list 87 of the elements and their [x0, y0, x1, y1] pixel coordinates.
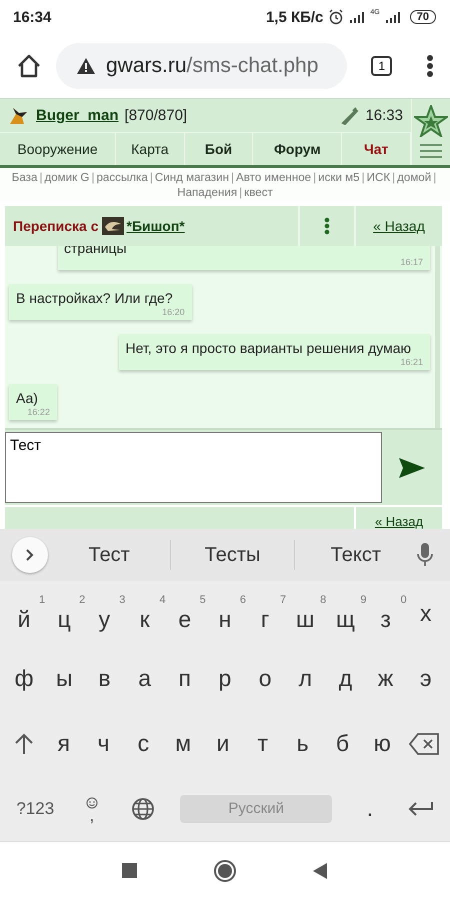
- key[interactable]: ю: [369, 730, 396, 757]
- send-icon[interactable]: [398, 456, 426, 478]
- enter-icon: [408, 800, 434, 816]
- smiley-icon: [86, 796, 98, 808]
- quick-link[interactable]: домой: [397, 171, 432, 184]
- menu-icon[interactable]: [420, 143, 442, 159]
- message-time: 16:17: [400, 257, 423, 267]
- home-icon[interactable]: [16, 53, 42, 79]
- backspace-icon: [409, 732, 440, 754]
- key[interactable]: м: [170, 730, 196, 757]
- signal-icon: [349, 11, 366, 23]
- recents-icon[interactable]: [122, 863, 138, 879]
- globe-icon: [130, 796, 155, 820]
- quick-link[interactable]: Нападения: [177, 186, 238, 199]
- link-separator: |: [313, 171, 316, 184]
- health-points: [870/870]: [124, 107, 188, 124]
- key[interactable]: я: [50, 730, 77, 757]
- backspace-key[interactable]: [409, 732, 440, 754]
- link-separator: |: [91, 171, 94, 184]
- more-icon[interactable]: [324, 217, 330, 235]
- link-separator: |: [392, 171, 396, 184]
- address-bar[interactable]: gwars.ru/sms-chat.php: [56, 43, 348, 89]
- game-time: 16:33: [365, 107, 403, 124]
- key[interactable]: и: [210, 730, 236, 757]
- quick-link[interactable]: иски м5: [318, 171, 360, 184]
- key[interactable]: т: [250, 730, 276, 757]
- enter-key[interactable]: [408, 800, 434, 816]
- message-text: В настройках? Или где?: [16, 290, 174, 306]
- key[interactable]: х: [412, 600, 439, 627]
- battery-level: 70: [410, 10, 436, 24]
- key[interactable]: р: [212, 665, 238, 692]
- quick-link[interactable]: Синд магазин: [154, 171, 230, 184]
- message-time: 16:22: [27, 407, 50, 417]
- key[interactable]: п: [172, 665, 198, 692]
- message-text: Нет, это я просто варианты решения думаю: [126, 340, 412, 356]
- message-time: 16:20: [162, 307, 185, 317]
- key[interactable]: ф: [11, 665, 38, 692]
- contact-link[interactable]: *Бишоп*: [126, 218, 185, 234]
- key[interactable]: д: [332, 665, 358, 692]
- word-suggestion[interactable]: Тест: [48, 544, 170, 566]
- chat-title: Переписка с: [13, 218, 99, 234]
- back-icon[interactable]: [312, 862, 328, 880]
- message-text: Аа): [16, 390, 39, 406]
- star-logo-icon[interactable]: [414, 105, 448, 137]
- key[interactable]: .: [356, 795, 383, 822]
- microphone-icon[interactable]: [416, 543, 433, 567]
- message-input[interactable]: Тест: [5, 432, 382, 503]
- key[interactable]: в: [91, 665, 118, 692]
- chevron-icon: [25, 548, 35, 562]
- key[interactable]: ь: [290, 730, 316, 757]
- signal-icon: [384, 11, 401, 23]
- key[interactable]: э: [412, 665, 439, 692]
- quick-link[interactable]: База: [12, 171, 38, 184]
- username-link[interactable]: Buger_man: [36, 107, 119, 124]
- quick-link[interactable]: домик G: [44, 171, 90, 184]
- quick-link[interactable]: ИСК: [366, 171, 390, 184]
- home-button-icon[interactable]: [213, 859, 237, 883]
- link-separator: |: [150, 171, 153, 184]
- quick-link[interactable]: квест: [244, 186, 273, 199]
- shift-arrow-icon: [14, 732, 34, 754]
- link-separator: |: [362, 171, 365, 184]
- key[interactable]: ч: [90, 730, 117, 757]
- key[interactable]: л: [292, 665, 318, 692]
- network-speed: 1,5 КБ/с: [266, 8, 324, 26]
- warning-icon: [76, 57, 96, 75]
- key[interactable]: а: [132, 665, 158, 692]
- word-suggestion[interactable]: Тесты: [171, 544, 294, 566]
- more-icon[interactable]: [426, 54, 434, 78]
- key[interactable]: с: [130, 730, 156, 757]
- back-link[interactable]: « Назад: [373, 218, 425, 234]
- tab-count-button[interactable]: 1: [371, 56, 392, 76]
- alarm-icon: [328, 9, 344, 25]
- link-separator: |: [39, 171, 42, 184]
- link-separator: |: [433, 171, 436, 184]
- language-key[interactable]: [130, 796, 156, 820]
- key[interactable]: б: [329, 730, 356, 757]
- message-time: 16:21: [400, 357, 423, 367]
- key[interactable]: ж: [372, 665, 399, 692]
- clock: 16:34: [13, 8, 52, 26]
- key[interactable]: о: [252, 665, 278, 692]
- key[interactable]: ы: [51, 665, 78, 692]
- quick-link[interactable]: Авто именное: [236, 171, 312, 184]
- link-separator: |: [231, 171, 234, 184]
- word-suggestion[interactable]: Текст: [294, 544, 417, 566]
- quick-link[interactable]: рассылка: [96, 171, 148, 184]
- link-separator: |: [239, 186, 242, 199]
- symbols-key[interactable]: ?123: [16, 798, 54, 818]
